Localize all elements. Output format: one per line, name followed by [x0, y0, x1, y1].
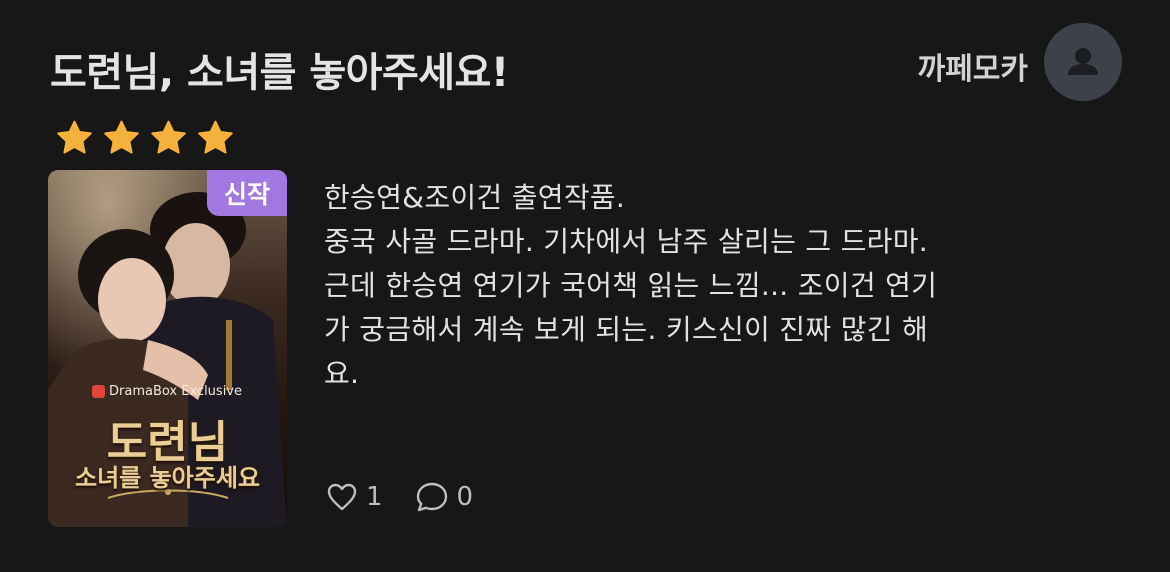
- author-name[interactable]: 까페모카: [918, 44, 1028, 88]
- exclusive-text: DramaBox Exclusive: [109, 384, 243, 399]
- poster-image[interactable]: 신작 DramaBox Exclusive 도련님 소녀를 놓아주세요: [48, 170, 287, 527]
- exclusive-label: DramaBox Exclusive: [92, 384, 242, 399]
- review-line: 요.: [324, 357, 360, 390]
- review-line: 중국 사골 드라마. 기차에서 남주 살리는 그 드라마.: [324, 225, 929, 258]
- dramabox-logo-icon: [92, 385, 105, 398]
- drama-title[interactable]: 도련님, 소녀를 놓아주세요!: [50, 40, 509, 98]
- star-icon: [101, 118, 142, 158]
- new-badge: 신작: [207, 170, 287, 216]
- poster-title-line2: 소녀를 놓아주세요: [75, 463, 260, 492]
- comment-count: 0: [456, 482, 474, 512]
- reaction-bar: 1 0: [326, 480, 473, 514]
- comment-button[interactable]: [415, 480, 449, 514]
- like-button[interactable]: [326, 482, 358, 512]
- star-rating: [54, 118, 236, 158]
- star-icon: [195, 118, 236, 158]
- like-count: 1: [366, 482, 383, 512]
- review-card: 도련님, 소녀를 놓아주세요! 까페모카 신작 DramaBox Exclusi…: [0, 0, 1170, 572]
- review-line: 근데 한승연 연기가 국어책 읽는 느낌... 조이건 연기: [324, 269, 938, 302]
- review-line: 한승연&조이건 출연작품.: [324, 181, 626, 214]
- star-icon: [54, 118, 95, 158]
- review-line: 가 궁금해서 계속 보게 되는. 키스신이 진짜 많긴 해: [324, 313, 929, 346]
- user-icon: [1068, 48, 1098, 75]
- heart-outline-icon: [327, 483, 357, 511]
- avatar[interactable]: [1044, 23, 1122, 101]
- review-text: 한승연&조이건 출연작품. 중국 사골 드라마. 기차에서 남주 살리는 그 드…: [324, 176, 1124, 396]
- speech-bubble-icon: [416, 482, 447, 512]
- star-icon: [148, 118, 189, 158]
